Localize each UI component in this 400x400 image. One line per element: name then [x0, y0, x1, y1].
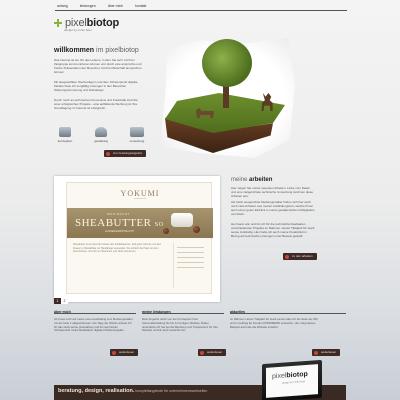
- nav-item-ueber-mich[interactable]: über mich: [108, 3, 123, 10]
- yokumi-body-text: Sheabutter ist ein Fett der Nüsse des Ka…: [73, 243, 162, 253]
- work-paragraph-3: Herrmann war und bin ich für die technis…: [231, 222, 315, 238]
- yokumi-sidebar: [173, 243, 207, 288]
- portfolio-slider[interactable]: YOKUMI naturkosmetik WAS MACHT SHEABUTTE…: [54, 176, 220, 302]
- monitor-image: pixelbiotop design by mirko böer: [262, 359, 322, 400]
- about-text: Ich freue mich auf meine neue Ausbildung…: [54, 317, 133, 333]
- logo-tagline: design by mirko böer: [64, 28, 92, 32]
- footer-slogan: beratung, design, realisation. kompletta…: [58, 388, 208, 394]
- slider-pagination: 1 2: [54, 298, 68, 304]
- about-readmore-button[interactable]: weiterlesen: [110, 349, 139, 356]
- cream-jar-image: [171, 213, 193, 227]
- service-icons: konzeption gestaltung umsetzung: [54, 127, 148, 143]
- monitor-screen: pixelbiotop design by mirko böer: [266, 364, 318, 398]
- welcome-heading: willkommen im pixelbiotop: [54, 47, 139, 54]
- umsetzung-item: umsetzung: [126, 127, 148, 143]
- gestaltung-label: gestaltung: [94, 139, 108, 143]
- yokumi-banner: WAS MACHT SHEABUTTER SO AUSSERGEWÖHNLICH…: [67, 208, 213, 238]
- work-paragraph-2: Als frisch ausgerichtet Mediengestalter …: [231, 200, 315, 216]
- umsetzung-label: umsetzung: [129, 139, 145, 143]
- welcome-paragraph-1: Das Internet ist ein Ort des Lebens, in …: [54, 58, 142, 74]
- news-readmore-button[interactable]: weiterlesen: [312, 349, 341, 356]
- work-heading: meine arbeiten: [231, 177, 273, 183]
- slider-page-1[interactable]: 1: [54, 298, 61, 304]
- about-heading: über mich: [54, 310, 71, 314]
- arbeiten-button[interactable]: zu den arbeiten: [283, 253, 317, 260]
- slide-yokumi: YOKUMI naturkosmetik WAS MACHT SHEABUTTE…: [66, 182, 213, 294]
- konzeption-item: konzeption: [54, 127, 76, 143]
- banner-subline: AUSSERGEWÖHNLICH?: [105, 230, 134, 233]
- slider-page-2[interactable]: 2: [61, 298, 68, 304]
- tree-crown: [202, 39, 252, 87]
- banner-kicker: WAS MACHT: [107, 212, 130, 216]
- umsetzung-icon: [130, 127, 144, 137]
- welcome-paragraph-2: Mit ausgewählten Werbeträgern und dem Sc…: [54, 80, 138, 92]
- gestaltung-item: gestaltung: [90, 127, 112, 143]
- hero-illustration: [150, 33, 300, 158]
- monitor-tagline: design by mirko böer: [282, 380, 306, 385]
- nut-image: [193, 226, 200, 233]
- konzeption-label: konzeption: [57, 139, 73, 143]
- column-divider: [230, 308, 346, 314]
- yokumi-subline: naturkosmetik: [133, 198, 147, 200]
- logo-cross-icon: [54, 19, 62, 27]
- top-navigation: anfang leistungen über mich kontakt: [55, 3, 347, 11]
- nut-image: [163, 228, 169, 234]
- banner-headline: SHEABUTTER SO: [75, 217, 164, 229]
- services-heading: meine leistungen: [142, 310, 171, 314]
- leistungsangebot-button[interactable]: zum leistungsangebot: [104, 150, 147, 157]
- konzeption-icon: [59, 127, 71, 137]
- work-paragraph-1: Hier zeigen Sie meine neuesten Arbeiten.…: [231, 186, 314, 198]
- nav-item-kontakt[interactable]: kontakt: [135, 3, 146, 10]
- welcome-paragraph-3: Durch mehr an technischen Know-How und K…: [54, 98, 138, 110]
- monitor-logo: pixelbiotop: [272, 370, 308, 381]
- news-heading: aktuelles: [230, 310, 245, 314]
- news-text: Im Rahmen meiner Tätigkeit für stuck sen…: [230, 317, 318, 329]
- services-text: Mein Angebot reicht von der Konzeption I…: [142, 317, 218, 333]
- yokumi-logo: YOKUMI: [120, 189, 160, 198]
- nav-item-anfang[interactable]: anfang: [57, 3, 68, 10]
- nav-item-leistungen[interactable]: leistungen: [80, 3, 96, 10]
- services-readmore-button[interactable]: weiterlesen: [198, 349, 227, 356]
- gestaltung-icon: [95, 127, 107, 137]
